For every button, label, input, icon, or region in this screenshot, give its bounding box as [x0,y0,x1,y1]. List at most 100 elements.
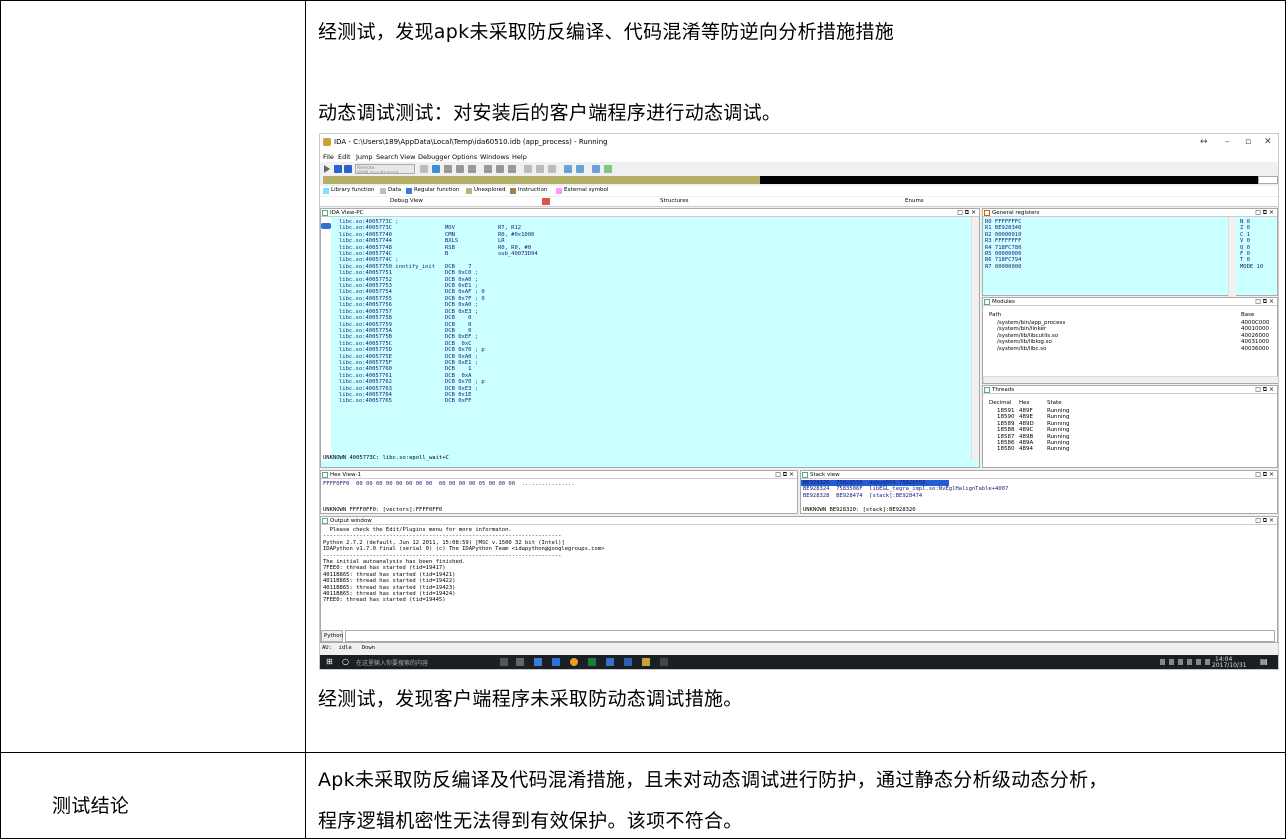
code-line[interactable]: libc.so:40057765 DCB 0xFF [339,398,538,404]
modules-hscrollbar[interactable] [983,376,1278,383]
modules-header: Modules □ ⧉ × [983,298,1277,306]
legend-unexplored: Unexplored [474,187,506,193]
toolbar-icon-11[interactable] [548,165,556,173]
python-label[interactable]: Python [321,630,343,642]
register-row[interactable]: R6 718FC794 [985,257,1021,263]
pane-controls-icon[interactable]: □ ⧉ × [775,471,794,479]
module-row[interactable]: /system/lib/libc.so 40036000 [989,346,1269,352]
toolbar-icon-3[interactable] [444,165,452,173]
taskbar-app-icon[interactable] [588,658,596,666]
hex-view-header: Hex View-1 □ ⧉ × [321,471,797,479]
pane-controls-icon[interactable]: □ ⧉ × [957,209,976,217]
clock-date: 2017/10/31 [1212,662,1247,669]
pane-controls-icon[interactable]: □ ⧉ × [1255,471,1274,479]
menu-edit[interactable]: Edit [338,153,351,161]
modules-col-path: Path [989,312,1002,318]
threads-list[interactable]: 18591 489F Running 18590 489E Running 18589 489… [989,408,1269,453]
pane-controls-icon[interactable]: □ ⧉ × [1255,209,1274,217]
taskbar-app-icon[interactable] [516,658,524,666]
maximize-icon[interactable]: ▫ [1245,137,1251,147]
taskbar-app-icon[interactable] [624,658,632,666]
toolbar-icon-1[interactable] [420,165,428,173]
toolbar-icon-9[interactable] [524,165,532,173]
menu-file[interactable]: File [323,153,334,161]
run-icon[interactable] [324,165,330,173]
menu-jump[interactable]: Jump [356,153,373,161]
minimize-icon[interactable]: – [1225,137,1230,147]
column-divider [305,0,306,839]
registers-scrollbar[interactable] [1228,217,1236,297]
taskbar-app-icon[interactable] [660,658,668,666]
cortana-icon[interactable]: ○ [342,657,349,666]
thread-row[interactable]: 18580 4894 Running [989,446,1269,452]
taskbar-app-icon[interactable] [500,658,508,666]
stop-icon[interactable] [344,165,352,173]
restore-arrows-icon[interactable]: ↔ [1200,137,1208,147]
toolbar-icon-12[interactable] [564,165,572,173]
thread-row-cell: 4894 [1019,446,1033,453]
taskbar-app-icon[interactable] [570,658,578,666]
toolbar-icon-10[interactable] [536,165,544,173]
tab-close-icon[interactable] [542,198,550,205]
menu-search[interactable]: Search [376,153,398,161]
pane-controls-icon[interactable]: □ ⧉ × [1255,386,1274,394]
python-input[interactable] [345,630,1275,642]
stack-line[interactable]: BE928328 BE928474 [stack]:BE928474 [803,493,1008,499]
registers-header: General registers □ ⧉ × [983,209,1277,217]
register-row[interactable]: R1 BE928340 [985,225,1021,231]
register-row[interactable]: R7 00000000 [985,264,1021,270]
stack-line[interactable]: BE928324 7583506F libEGL_tegra_impl.so:N… [803,486,1008,492]
table-border-left [0,0,1,839]
notification-icon[interactable]: ▤ [1260,657,1268,666]
output-line[interactable]: IDAPython v1.7.0 final (serial 0) (c) Th… [323,546,604,552]
tab-structures[interactable]: Structures [660,198,688,204]
toolbar-icon-6[interactable] [484,165,492,173]
system-tray-icons[interactable] [1160,659,1210,665]
flag-row[interactable]: MODE 10 [1240,264,1263,270]
taskbar-app-icon[interactable] [642,658,650,666]
legend-instruction: Instruction [518,187,548,193]
pause-icon[interactable] [334,165,342,173]
ida-window-title: IDA - C:\Users\189\AppData\Local\Temp\id… [334,138,608,146]
module-row-cell: /system/lib/libc.so [997,345,1047,352]
stack-lines[interactable]: BE928320 75828550 debug099:75828550 BE928… [803,480,1008,499]
register-list[interactable]: R0 FFFFFFFC R1 BE928340 R2 00000010 R3 FFFF… [985,219,1021,270]
toolbar-icon-15[interactable] [604,165,612,173]
toolbar-icon-8[interactable] [508,165,516,173]
taskbar-app-icon[interactable] [534,658,542,666]
hex-line[interactable]: FFFF0FF0 00 00 00 00 00 00 00 00 00 00 0… [323,481,575,487]
toolbar-icon-2[interactable] [432,165,440,173]
ida-view-scrollbar[interactable] [971,217,979,461]
ida-view-title: IDA View-PC [330,210,364,216]
pane-controls-icon[interactable]: □ ⧉ × [1255,298,1274,306]
toolbar-icon-13[interactable] [576,165,584,173]
register-row[interactable]: R3 FFFFFFFF [985,238,1021,244]
menu-debugger[interactable]: Debugger [418,153,450,161]
flag-list[interactable]: N 0Z 0C 1V 0Q 0F 0T 0 MODE 10 [1240,219,1263,270]
modules-list[interactable]: /system/bin/app_process 4000C000/system/b… [989,320,1269,352]
toolbar-icon-7[interactable] [496,165,504,173]
pane-controls-icon[interactable]: □ ⧉ × [1255,517,1274,525]
toolbar-icon-5[interactable] [468,165,476,173]
debugger-select[interactable]: Remote ARMLinux/Android debugger [355,164,415,174]
menu-view[interactable]: View [400,153,415,161]
code-line[interactable]: libc.so:4005773C MOV R7, R12 [339,225,538,231]
disassembly-listing[interactable]: libc.so:4005773C ; libc.so:4005773C MOV R… [339,219,538,405]
menu-options[interactable]: Options [452,153,477,161]
menu-help[interactable]: Help [512,153,527,161]
output-log[interactable]: Please check the Edit/Plugins menu for m… [323,527,604,604]
toolbar-icon-14[interactable] [592,165,600,173]
tab-enums[interactable]: Enums [905,198,924,204]
navigation-band[interactable] [323,176,1278,184]
output-line[interactable]: 7FEE0: thread has started (tid=19445) [323,597,604,603]
windows-start-icon[interactable]: ⊞ [326,657,333,666]
taskbar-search[interactable]: 在这里输入你要搜索的内容 [356,658,428,667]
conclusion-text-line2: 程序逻辑机密性无法得到有效保护。该项不符合。 [318,810,743,832]
taskbar-app-icon[interactable] [606,658,614,666]
toolbar-icon-4[interactable] [456,165,464,173]
tab-debug-view[interactable]: Debug View [390,198,423,204]
taskbar-app-icon[interactable] [552,658,560,666]
finding-dynamic-text: 经测试，发现客户端程序未采取防动态调试措施。 [318,688,743,710]
menu-windows[interactable]: Windows [480,153,509,161]
close-icon[interactable]: ✕ [1264,137,1272,147]
